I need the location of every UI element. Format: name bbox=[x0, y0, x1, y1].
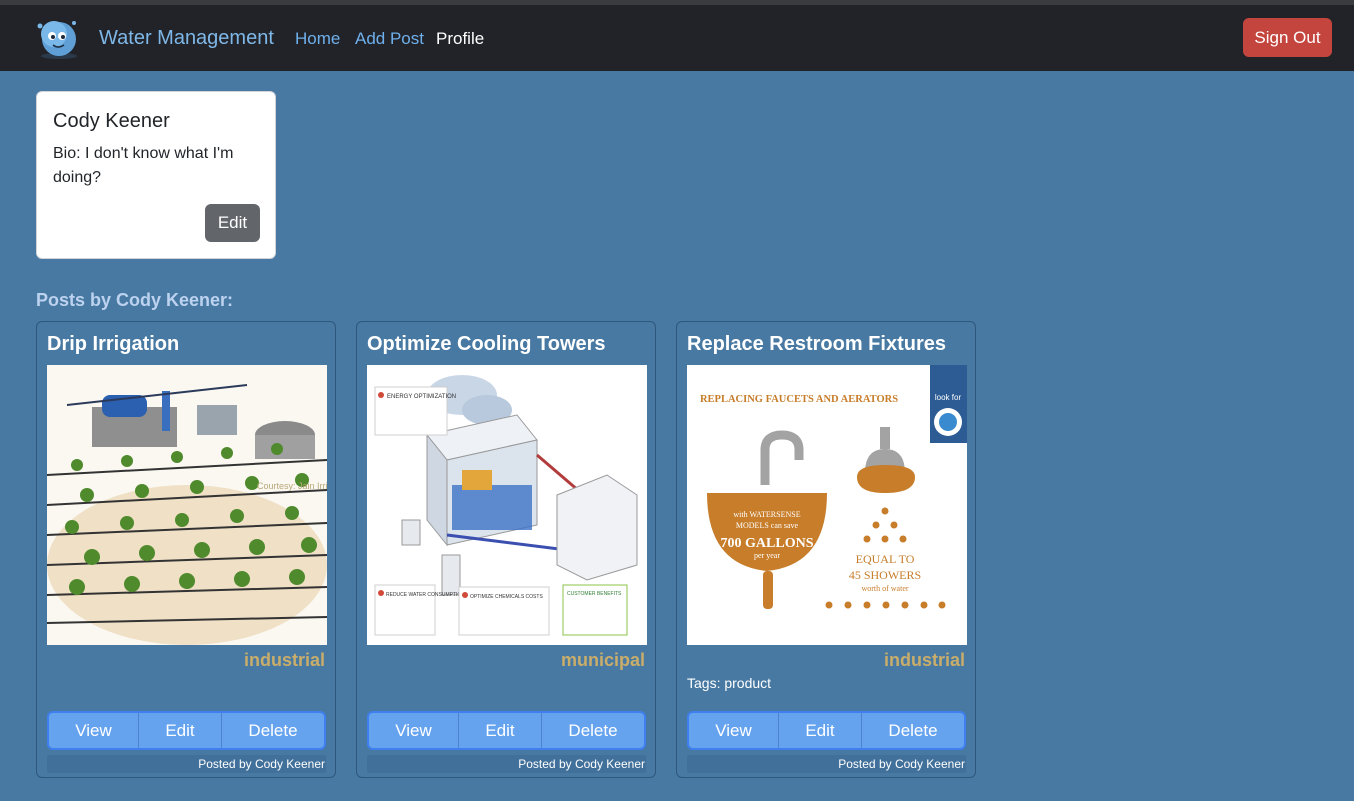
edit-post-button[interactable]: Edit bbox=[139, 713, 222, 748]
post-actions: View Edit Delete bbox=[47, 711, 326, 750]
post-card-cooling-towers: Optimize Cooling Towers ENERGY OPTIMIZAT… bbox=[356, 321, 656, 778]
sign-out-button[interactable]: Sign Out bbox=[1243, 18, 1332, 57]
post-image-drip-irrigation: Courtesy: Jain Irrigation bbox=[47, 365, 327, 645]
delete-post-button[interactable]: Delete bbox=[542, 713, 644, 748]
image-label-energy: ENERGY OPTIMIZATION bbox=[387, 394, 456, 400]
post-title: Optimize Cooling Towers bbox=[367, 333, 606, 355]
image-sink-line4: per year bbox=[754, 551, 780, 560]
post-footer: Posted by Cody Keener bbox=[47, 755, 326, 773]
profile-name: Cody Keener bbox=[53, 110, 170, 132]
image-sink-line3: 700 GALLONS bbox=[721, 536, 814, 551]
edit-post-button[interactable]: Edit bbox=[459, 713, 542, 748]
post-actions: View Edit Delete bbox=[367, 711, 646, 750]
view-post-button[interactable]: View bbox=[49, 713, 139, 748]
image-watermark: Courtesy: Jain Irrigation bbox=[257, 481, 327, 491]
image-label-water: REDUCE WATER CONSUMPTION bbox=[386, 592, 465, 598]
image-equal-line2: 45 SHOWERS bbox=[849, 568, 921, 582]
water-drop-logo-icon[interactable] bbox=[34, 16, 84, 60]
post-title: Drip Irrigation bbox=[47, 333, 180, 355]
post-category: municipal bbox=[560, 650, 645, 670]
post-title: Replace Restroom Fixtures bbox=[687, 333, 946, 355]
view-post-button[interactable]: View bbox=[689, 713, 779, 748]
navbar: Water Management Home Add Post Profile S… bbox=[0, 5, 1354, 71]
post-footer: Posted by Cody Keener bbox=[687, 755, 966, 773]
image-sink-line2: MODELS can save bbox=[736, 521, 799, 530]
image-label-chemicals: OPTIMIZE CHEMICALS COSTS bbox=[470, 594, 543, 600]
view-post-button[interactable]: View bbox=[369, 713, 459, 748]
delete-post-button[interactable]: Delete bbox=[862, 713, 964, 748]
post-category: industrial bbox=[243, 650, 325, 670]
post-card-restroom-fixtures: Replace Restroom Fixtures REPLACING FAUC… bbox=[676, 321, 976, 778]
image-label-benefits: CUSTOMER BENEFITS bbox=[567, 591, 622, 597]
profile-card: Cody Keener Bio: I don't know what I'm d… bbox=[36, 91, 276, 259]
brand-title[interactable]: Water Management bbox=[99, 27, 274, 50]
image-equal-line1: EQUAL TO bbox=[856, 552, 915, 566]
profile-bio: Bio: I don't know what I'm doing? bbox=[53, 145, 234, 186]
posts-heading: Posts by Cody Keener: bbox=[36, 290, 234, 310]
edit-post-button[interactable]: Edit bbox=[779, 713, 862, 748]
nav-add-post[interactable]: Add Post bbox=[355, 29, 424, 49]
image-look-for: look for bbox=[935, 393, 962, 402]
post-tags: Tags: product bbox=[687, 675, 772, 691]
post-image-restroom-fixtures: REPLACING FAUCETS AND AERATORS look for … bbox=[687, 365, 967, 645]
nav-profile[interactable]: Profile bbox=[436, 29, 484, 49]
post-category: industrial bbox=[883, 650, 965, 670]
image-equal-line3: worth of water bbox=[861, 584, 908, 593]
delete-post-button[interactable]: Delete bbox=[222, 713, 324, 748]
image-headline: REPLACING FAUCETS AND AERATORS bbox=[700, 394, 898, 405]
post-actions: View Edit Delete bbox=[687, 711, 966, 750]
post-footer: Posted by Cody Keener bbox=[367, 755, 646, 773]
edit-profile-button[interactable]: Edit bbox=[205, 204, 260, 242]
post-image-cooling-towers: ENERGY OPTIMIZATION REDUCE WATER CONSUMP… bbox=[367, 365, 647, 645]
post-card-drip-irrigation: Drip Irrigation Courtesy: Jain Irr indus… bbox=[36, 321, 336, 778]
image-sink-line1: with WATERSENSE bbox=[733, 510, 800, 519]
nav-home[interactable]: Home bbox=[295, 29, 340, 49]
